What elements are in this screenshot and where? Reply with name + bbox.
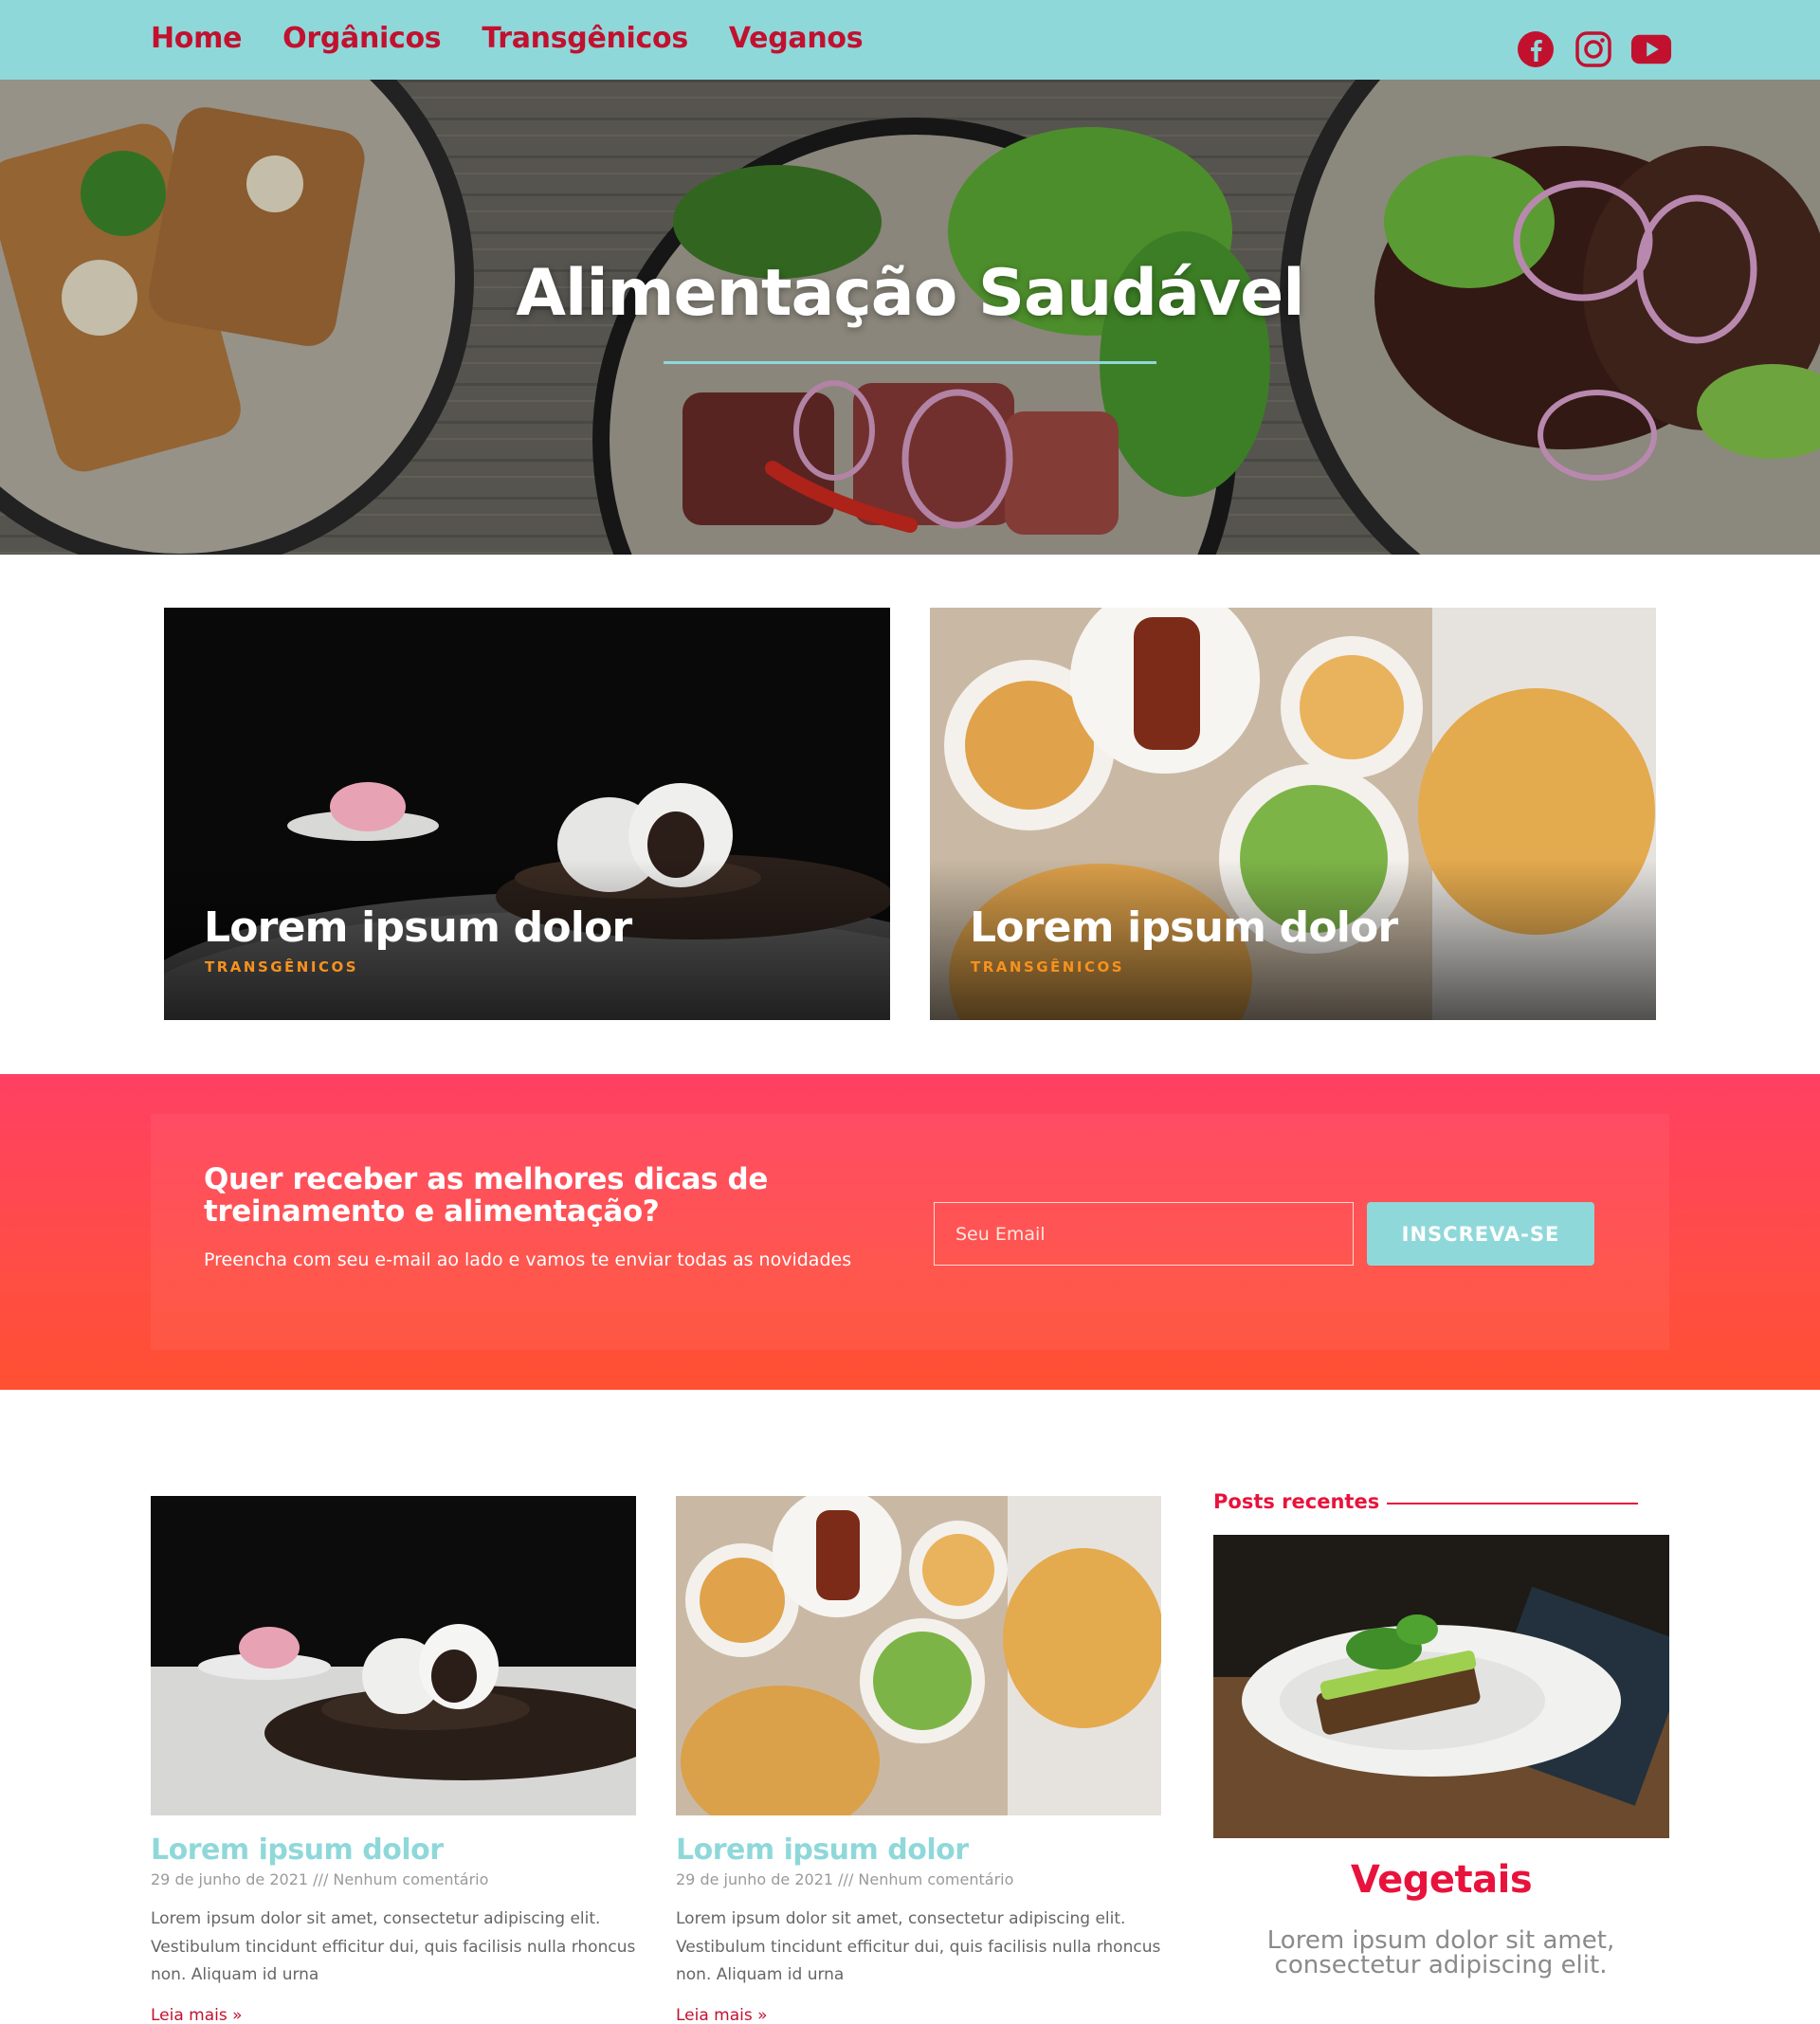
card-category[interactable]: TRANSGÊNICOS [205,958,358,976]
card-title[interactable]: Lorem ipsum dolor [204,903,632,952]
featured-card[interactable]: Lorem ipsum dolor TRANSGÊNICOS [164,608,890,1020]
newsletter-title: Quer receber as melhores dicas de treina… [204,1162,768,1229]
post-meta: 29 de junho de 2021 /// Nenhum comentári… [151,1870,489,1888]
main-nav: Home Orgânicos Transgênicos Veganos [151,18,864,60]
read-more-link[interactable]: Leia mais » [151,2006,243,2024]
youtube-icon[interactable] [1630,28,1672,70]
blog-post: Lorem ipsum dolor 29 de junho de 2021 //… [151,1496,636,2024]
card-category[interactable]: TRANSGÊNICOS [971,958,1124,976]
recent-post-excerpt: Lorem ipsum dolor sit amet, consectetur … [1266,1926,1615,1979]
nav-home[interactable]: Home [151,18,242,60]
post-excerpt: Lorem ipsum dolor sit amet, consectetur … [676,1909,1161,1984]
nav-organicos[interactable]: Orgânicos [282,18,442,60]
read-more-link[interactable]: Leia mais » [676,2006,768,2024]
post-thumbnail[interactable] [676,1496,1161,1815]
post-image [151,1496,636,1815]
card-title[interactable]: Lorem ipsum dolor [970,903,1398,952]
social-links [1515,28,1672,70]
hero-banner: Alimentação Saudável [0,80,1820,555]
recent-post-title[interactable]: Vegetais [1213,1858,1669,1902]
site-header: Home Orgânicos Transgênicos Veganos [0,0,1820,80]
recent-post-image [1213,1535,1669,1838]
newsletter-box: Quer receber as melhores dicas de treina… [151,1114,1669,1350]
post-image [676,1496,1161,1815]
subscribe-button[interactable]: INSCREVA-SE [1367,1202,1594,1266]
instagram-icon[interactable] [1573,28,1614,70]
recent-post-thumbnail[interactable] [1213,1535,1669,1838]
email-field[interactable] [934,1202,1354,1266]
post-thumbnail[interactable] [151,1496,636,1815]
blog-post: Lorem ipsum dolor 29 de junho de 2021 //… [676,1496,1161,2024]
featured-card[interactable]: Lorem ipsum dolor TRANSGÊNICOS [930,608,1656,1020]
newsletter-text: Preencha com seu e-mail ao lado e vamos … [204,1249,852,1270]
post-title[interactable]: Lorem ipsum dolor [151,1833,444,1867]
post-excerpt: Lorem ipsum dolor sit amet, consectetur … [151,1909,636,1984]
recent-posts-heading: Posts recentes [1213,1490,1380,1513]
hero-divider [664,361,1156,364]
facebook-icon[interactable] [1515,28,1556,70]
nav-transgenicos[interactable]: Transgênicos [482,18,688,60]
post-title[interactable]: Lorem ipsum dolor [676,1833,969,1867]
post-meta: 29 de junho de 2021 /// Nenhum comentári… [676,1870,1014,1888]
nav-veganos[interactable]: Veganos [729,18,864,60]
newsletter-section: Quer receber as melhores dicas de treina… [0,1074,1820,1390]
heading-divider [1387,1503,1638,1504]
hero-title: Alimentação Saudável [516,256,1304,331]
